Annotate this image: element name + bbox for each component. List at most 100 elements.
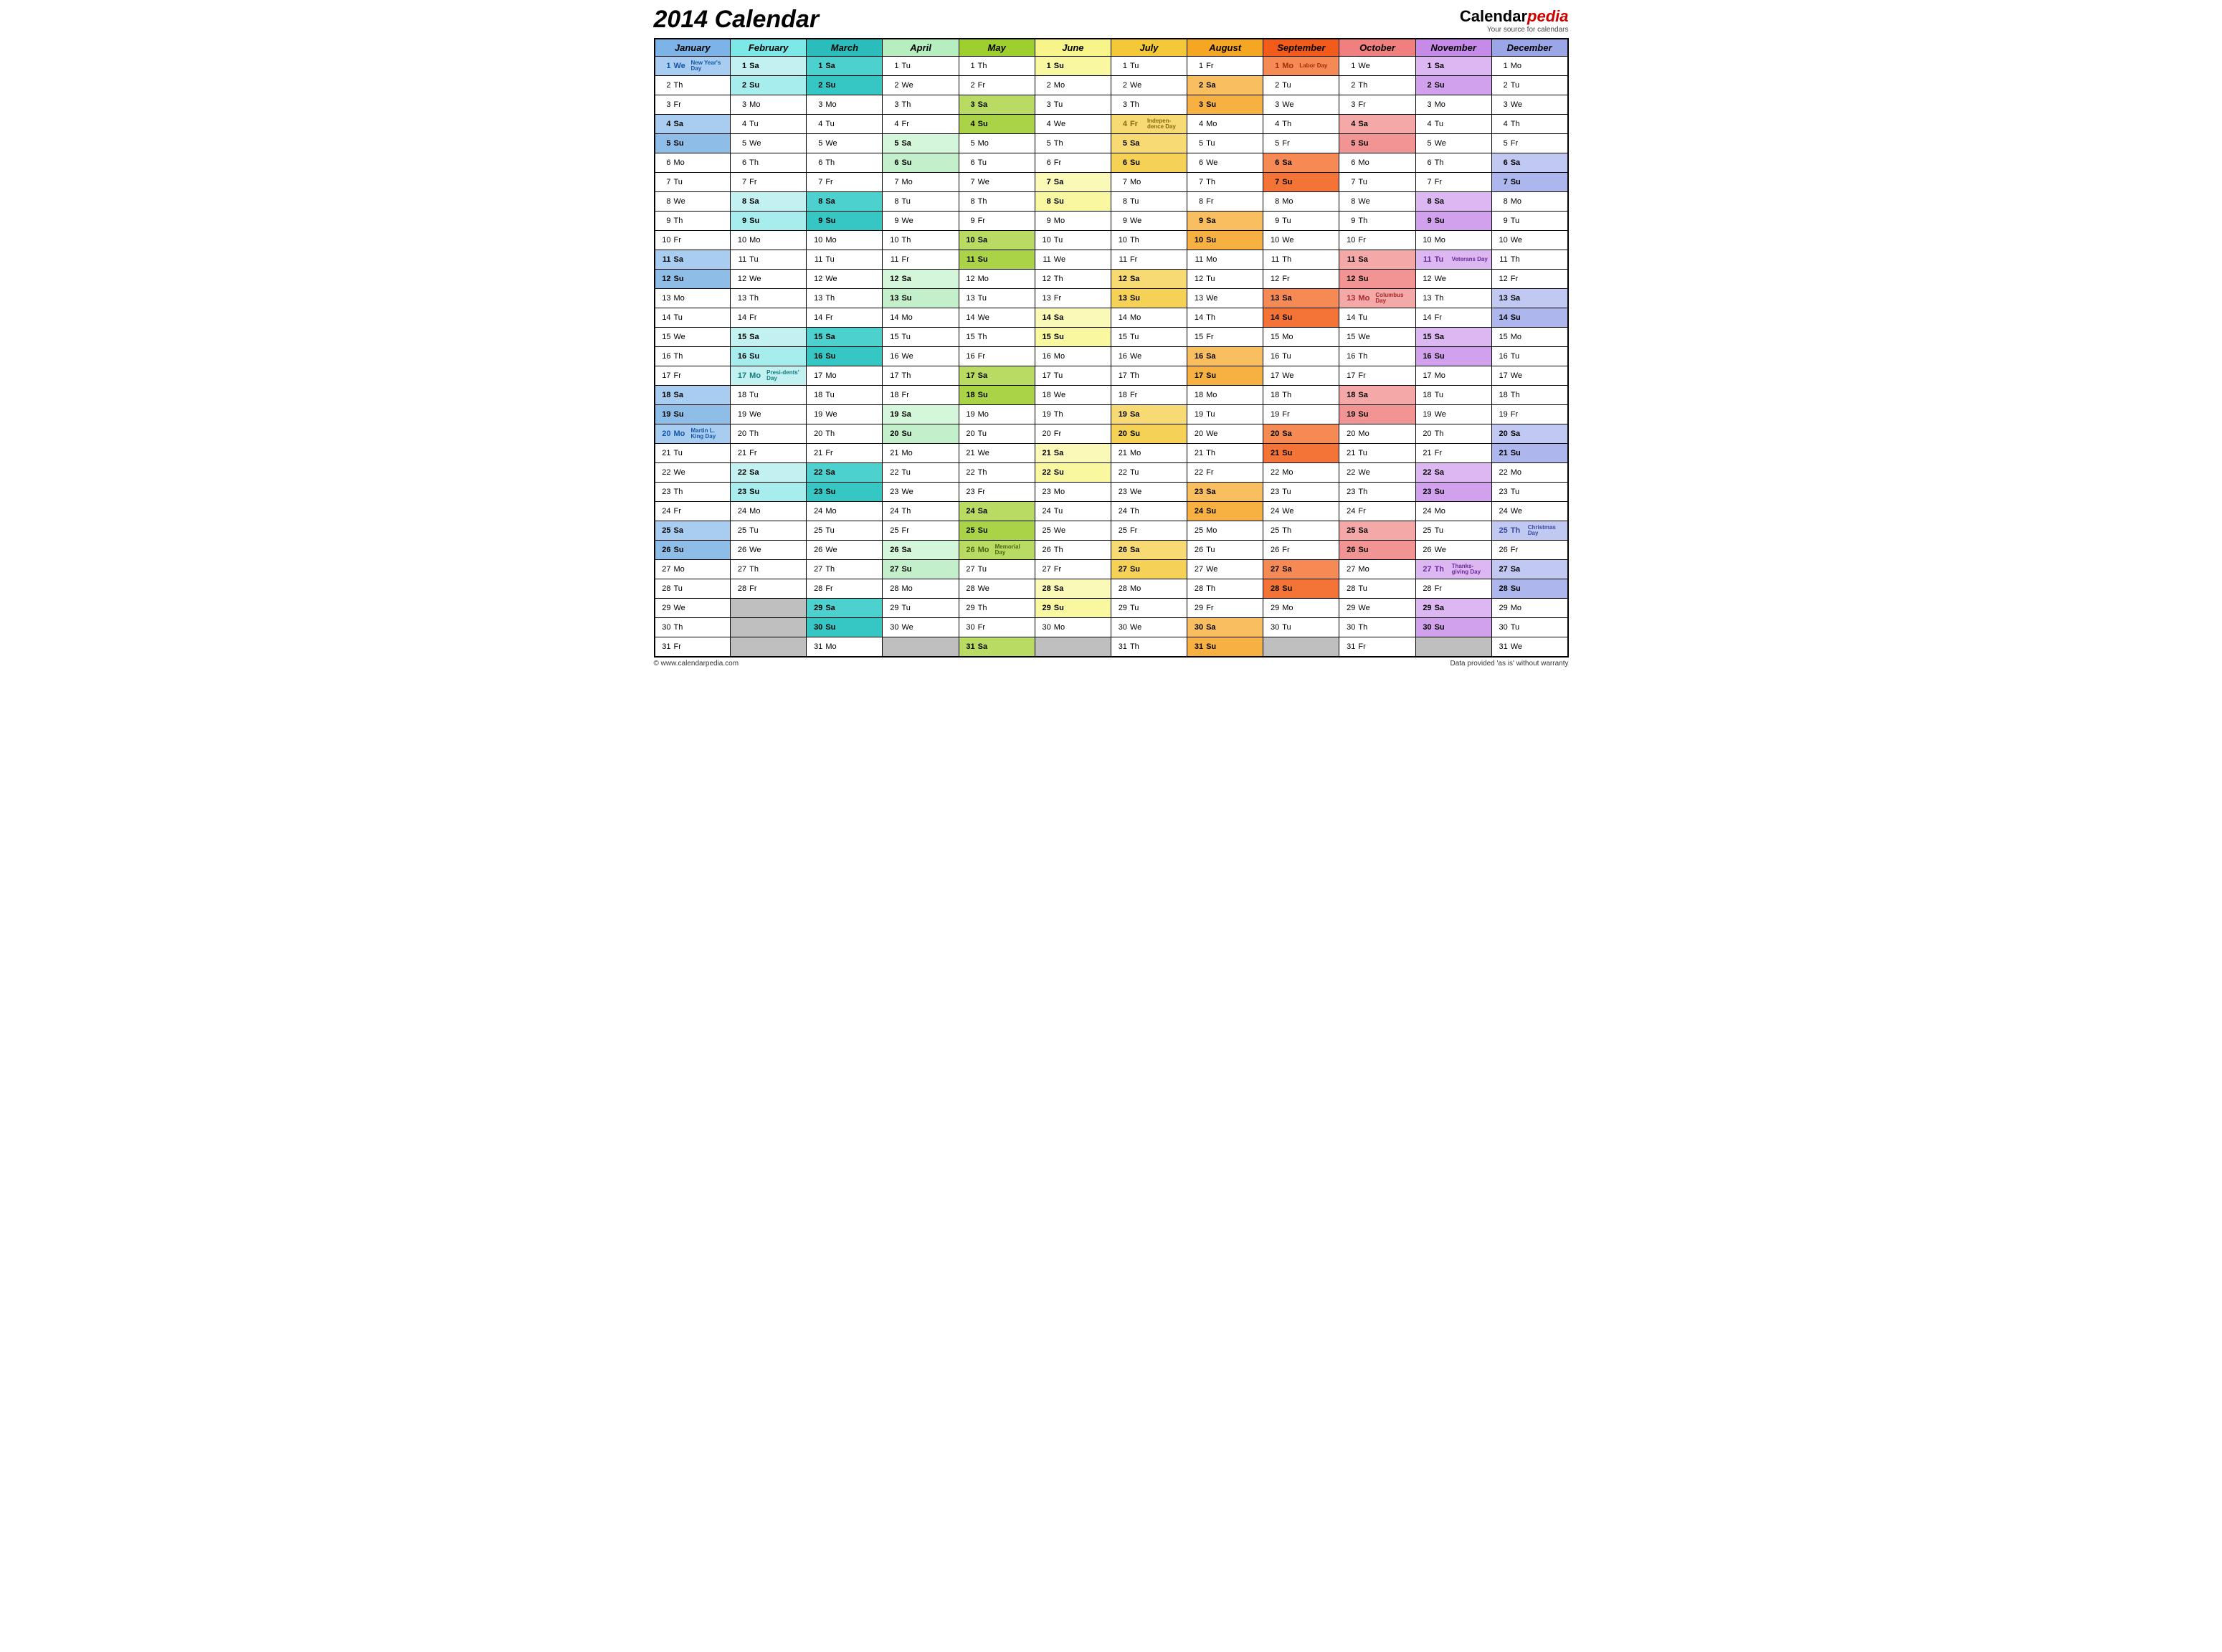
day-cell: 15Th bbox=[959, 328, 1035, 347]
day-cell: 29Th bbox=[959, 599, 1035, 618]
day-cell: 22We bbox=[655, 463, 731, 483]
day-cell: 4Tu bbox=[731, 115, 807, 134]
brand-logo: Calendarpedia Your source for calendars bbox=[1460, 7, 1569, 34]
day-cell: 16We bbox=[1111, 347, 1187, 366]
day-cell: 25Tu bbox=[1415, 521, 1491, 541]
day-cell: 27Su bbox=[883, 560, 959, 579]
day-cell: 6Sa bbox=[1491, 153, 1567, 173]
day-cell: 15Mo bbox=[1263, 328, 1339, 347]
day-cell: 1Sa bbox=[731, 57, 807, 76]
day-cell: 16Tu bbox=[1491, 347, 1567, 366]
day-cell: 22Su bbox=[1035, 463, 1111, 483]
day-cell: 14Tu bbox=[655, 308, 731, 328]
day-cell: 12Tu bbox=[1187, 270, 1263, 289]
day-cell: 23Su bbox=[731, 483, 807, 502]
day-cell: 14Su bbox=[1263, 308, 1339, 328]
day-cell: 15Tu bbox=[883, 328, 959, 347]
day-cell bbox=[731, 618, 807, 637]
day-cell: 16Mo bbox=[1035, 347, 1111, 366]
day-cell: 28Su bbox=[1491, 579, 1567, 599]
day-cell: 11Su bbox=[959, 250, 1035, 270]
day-cell: 20Th bbox=[731, 424, 807, 444]
day-cell: 8We bbox=[1339, 192, 1415, 212]
day-cell: 20Tu bbox=[959, 424, 1035, 444]
day-cell: 21Mo bbox=[883, 444, 959, 463]
day-cell: 10Sa bbox=[959, 231, 1035, 250]
month-header: October bbox=[1339, 39, 1415, 57]
day-cell: 10Fr bbox=[655, 231, 731, 250]
day-cell: 5Tu bbox=[1187, 134, 1263, 153]
day-cell: 26Su bbox=[655, 541, 731, 560]
day-cell: 23Tu bbox=[1263, 483, 1339, 502]
day-cell: 13We bbox=[1187, 289, 1263, 308]
day-cell: 24Fr bbox=[1339, 502, 1415, 521]
day-cell: 2Fr bbox=[959, 76, 1035, 95]
day-cell: 28Su bbox=[1263, 579, 1339, 599]
day-cell: 9Th bbox=[655, 212, 731, 231]
day-cell: 30Th bbox=[655, 618, 731, 637]
day-cell: 30Su bbox=[807, 618, 883, 637]
day-cell: 17Mo bbox=[1415, 366, 1491, 386]
day-cell: 11TuVeterans Day bbox=[1415, 250, 1491, 270]
day-cell: 19Mo bbox=[959, 405, 1035, 424]
day-cell: 29Su bbox=[1035, 599, 1111, 618]
day-cell: 20We bbox=[1187, 424, 1263, 444]
day-cell: 29Mo bbox=[1263, 599, 1339, 618]
day-cell: 26Su bbox=[1339, 541, 1415, 560]
day-cell: 24Mo bbox=[1415, 502, 1491, 521]
day-cell: 5Mo bbox=[959, 134, 1035, 153]
day-cell: 7Mo bbox=[883, 173, 959, 192]
day-cell: 25Fr bbox=[1111, 521, 1187, 541]
day-cell: 14Th bbox=[1187, 308, 1263, 328]
day-cell: 15Sa bbox=[731, 328, 807, 347]
day-cell: 29Tu bbox=[1111, 599, 1187, 618]
day-cell: 25ThChristmas Day bbox=[1491, 521, 1567, 541]
day-cell: 24Mo bbox=[807, 502, 883, 521]
day-cell: 30Tu bbox=[1263, 618, 1339, 637]
day-cell: 19Sa bbox=[1111, 405, 1187, 424]
day-cell: 18Sa bbox=[1339, 386, 1415, 405]
day-cell: 6Mo bbox=[655, 153, 731, 173]
day-cell: 19We bbox=[807, 405, 883, 424]
day-cell: 17Th bbox=[1111, 366, 1187, 386]
day-cell: 29We bbox=[655, 599, 731, 618]
day-cell: 31Fr bbox=[655, 637, 731, 658]
day-cell: 5Sa bbox=[883, 134, 959, 153]
day-cell: 2Su bbox=[731, 76, 807, 95]
day-cell: 8Th bbox=[959, 192, 1035, 212]
day-cell: 15Mo bbox=[1491, 328, 1567, 347]
day-cell: 9Mo bbox=[1035, 212, 1111, 231]
day-cell: 29Sa bbox=[1415, 599, 1491, 618]
day-cell: 20Su bbox=[883, 424, 959, 444]
day-cell: 2Mo bbox=[1035, 76, 1111, 95]
day-cell: 17MoPresi-dents' Day bbox=[731, 366, 807, 386]
day-cell: 11Fr bbox=[1111, 250, 1187, 270]
day-cell: 23Su bbox=[1415, 483, 1491, 502]
day-cell: 6Th bbox=[731, 153, 807, 173]
day-cell: 24We bbox=[1491, 502, 1567, 521]
day-cell: 21Fr bbox=[807, 444, 883, 463]
month-header: April bbox=[883, 39, 959, 57]
day-cell: 10Tu bbox=[1035, 231, 1111, 250]
day-cell: 5We bbox=[807, 134, 883, 153]
day-cell: 27Th bbox=[731, 560, 807, 579]
day-cell: 13Mo bbox=[655, 289, 731, 308]
day-cell: 5Fr bbox=[1263, 134, 1339, 153]
day-cell: 18Th bbox=[1491, 386, 1567, 405]
day-cell: 6Su bbox=[1111, 153, 1187, 173]
day-cell: 19Su bbox=[1339, 405, 1415, 424]
month-header: July bbox=[1111, 39, 1187, 57]
day-cell: 3Fr bbox=[655, 95, 731, 115]
day-cell: 28Sa bbox=[1035, 579, 1111, 599]
day-cell: 13Th bbox=[1415, 289, 1491, 308]
day-cell: 2Tu bbox=[1263, 76, 1339, 95]
day-cell: 12We bbox=[731, 270, 807, 289]
day-cell: 17Sa bbox=[959, 366, 1035, 386]
day-cell: 21Mo bbox=[1111, 444, 1187, 463]
day-cell: 12Su bbox=[655, 270, 731, 289]
month-header: June bbox=[1035, 39, 1111, 57]
day-cell: 6Th bbox=[1415, 153, 1491, 173]
day-cell: 4Th bbox=[1491, 115, 1567, 134]
day-cell: 10Fr bbox=[1339, 231, 1415, 250]
day-cell: 20Su bbox=[1111, 424, 1187, 444]
